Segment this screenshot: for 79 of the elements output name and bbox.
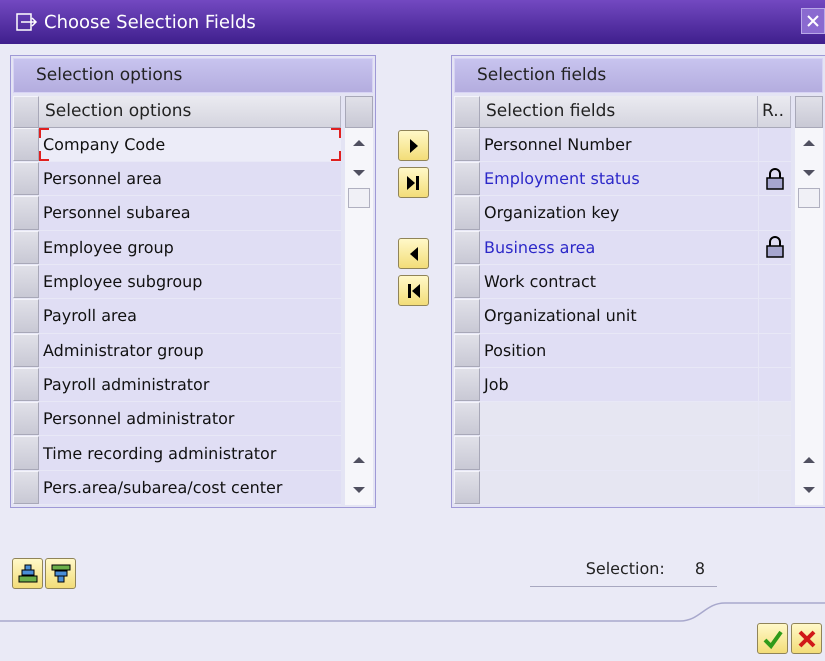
column-header[interactable]: Selection options [39,96,341,128]
window-title: Choose Selection Fields [44,12,256,32]
scroll-down-icon[interactable] [353,487,365,493]
add-all-button[interactable] [398,167,429,198]
scrollbar[interactable] [795,128,823,505]
close-button[interactable] [801,8,825,34]
dialog-icon [16,13,38,31]
scroll-up-icon[interactable] [353,457,365,463]
row-selector[interactable] [454,299,480,333]
row-selector[interactable] [454,196,480,230]
row-selector[interactable] [13,128,39,162]
table-cell: Personnel area [39,162,341,196]
select-all-button[interactable] [13,96,39,128]
row-selector[interactable] [13,436,39,470]
confirm-button[interactable] [757,623,788,654]
column-settings-button[interactable] [795,96,823,128]
row-selector[interactable] [13,470,39,504]
add-button[interactable] [398,130,429,161]
row-selector[interactable] [454,368,480,402]
row-selector[interactable] [454,230,480,264]
stack-up-icon [16,562,38,584]
table-cell: Work contract [480,264,758,298]
scroll-up-icon[interactable] [803,457,815,463]
table-cell: Employee group [39,230,341,264]
panel-title: Selection options [13,58,373,93]
row-selector[interactable] [454,470,480,504]
table-cell: Payroll administrator [39,368,341,402]
row-selector[interactable] [13,402,39,436]
close-icon [807,15,819,27]
scroll-down-icon[interactable] [803,487,815,493]
scroll-thumb[interactable] [348,188,370,208]
scroll-up-icon[interactable] [353,140,365,146]
table-cell: Position [480,334,758,367]
row-selector[interactable] [13,334,39,367]
scroll-thumb[interactable] [798,188,820,208]
row-selector[interactable] [454,436,480,470]
table-cell: Employee subgroup [39,264,341,298]
row-selector[interactable] [454,128,480,162]
row-selector[interactable] [13,299,39,333]
column-header[interactable]: R.. [758,96,791,128]
row-selector[interactable] [13,368,39,402]
row-selector[interactable] [454,162,480,196]
selection-count: 8 [694,559,705,578]
row-selector[interactable] [13,230,39,264]
table-cell: Administrator group [39,334,341,367]
move-up-button[interactable] [12,558,43,589]
panel-title: Selection fields [454,58,823,93]
row-selector[interactable] [454,334,480,367]
table-cell: Organization key [480,196,758,230]
scroll-down-icon[interactable] [803,170,815,176]
row-selector[interactable] [13,196,39,230]
table-cell: Personnel Number [480,128,758,162]
selection-label: Selection: [586,559,665,578]
table-cell: Time recording administrator [39,436,341,470]
scroll-up-icon[interactable] [803,140,815,146]
table-cell: Pers.area/subarea/cost center [39,470,341,504]
table-cell: Personnel subarea [39,196,341,230]
close-icon [796,628,818,650]
table-cell: Payroll area [39,299,341,333]
row-selector[interactable] [454,264,480,298]
row-selector[interactable] [13,162,39,196]
column-header[interactable]: Selection fields [480,96,758,128]
table-cell: Organizational unit [480,299,758,333]
move-down-button[interactable] [45,558,76,589]
table-cell: Employment status [480,162,758,196]
select-all-button[interactable] [454,96,480,128]
table-cell: Company Code [39,128,341,162]
stack-down-icon [50,562,72,584]
cancel-button[interactable] [791,623,822,654]
remove-all-button[interactable] [398,275,429,306]
remove-button[interactable] [398,238,429,269]
row-selector[interactable] [454,402,480,436]
column-settings-button[interactable] [345,96,373,128]
scrollbar[interactable] [345,128,373,505]
table-cell: Personnel administrator [39,402,341,436]
table-cell: Job [480,368,758,402]
row-selector[interactable] [13,264,39,298]
table-cell: Business area [480,230,758,264]
scroll-down-icon[interactable] [353,170,365,176]
